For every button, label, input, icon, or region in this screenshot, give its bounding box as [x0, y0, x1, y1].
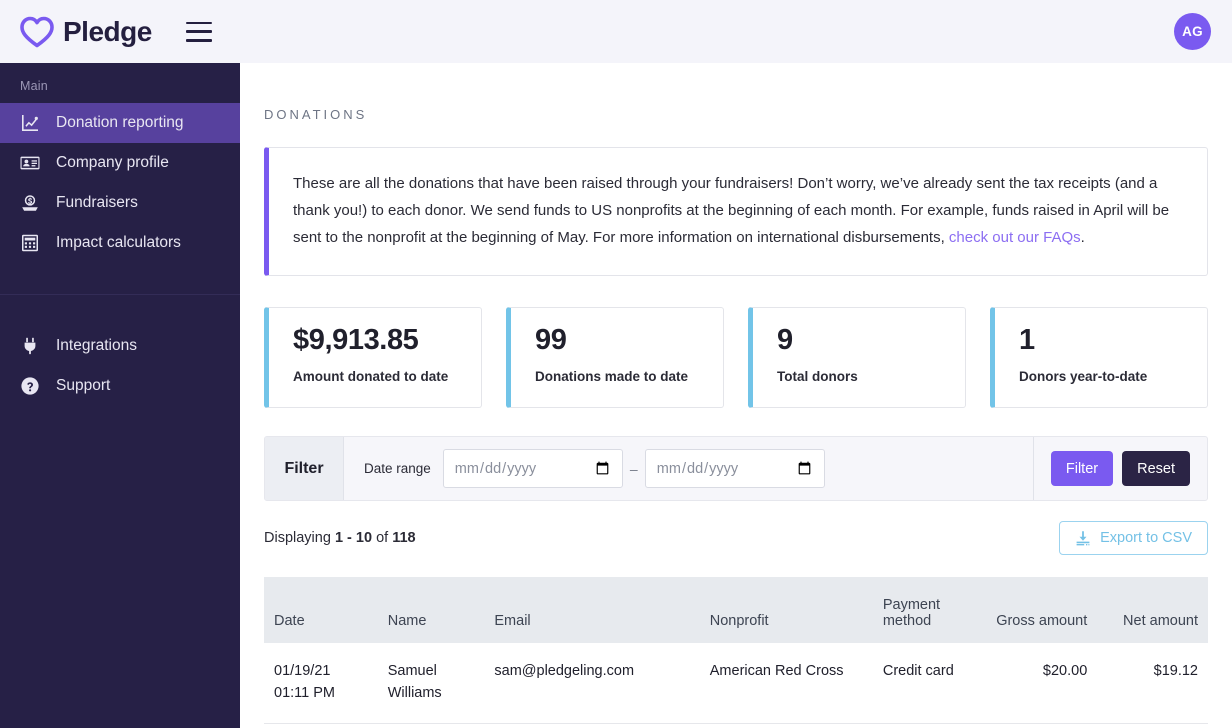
hamburger-bar: [185, 30, 212, 33]
donations-table: Date Name Email Nonprofit Payment method…: [264, 577, 1208, 724]
sidebar-item-donation-reporting[interactable]: Donation reporting: [0, 103, 240, 143]
table-body: 01/19/21 01:11 PM Samuel Williams sam@pl…: [264, 643, 1208, 724]
column-header-nonprofit[interactable]: Nonprofit: [699, 577, 873, 643]
plug-icon: [24, 337, 36, 355]
sidebar-item-support[interactable]: Support: [0, 366, 240, 406]
stat-card-donations-made: 99 Donations made to date: [506, 307, 724, 408]
date-range-start-input[interactable]: [442, 449, 623, 488]
filter-actions: Filter Reset: [1034, 437, 1207, 500]
cell-payment-method: Credit card: [872, 643, 984, 724]
avatar-initials: AG: [1182, 24, 1203, 39]
filter-fields: Date range –: [344, 437, 1034, 500]
column-header-date[interactable]: Date: [264, 577, 378, 643]
column-header-email[interactable]: Email: [484, 577, 700, 643]
sidebar-item-label: Company profile: [56, 154, 169, 171]
date-range-label: Date range: [364, 461, 431, 476]
export-csv-label: Export to CSV: [1100, 530, 1192, 546]
sidebar-item-label: Donation reporting: [56, 114, 184, 131]
info-banner-text: These are all the donations that have be…: [293, 170, 1181, 251]
cell-nonprofit: American Red Cross: [699, 643, 873, 724]
calculator-icon: [22, 234, 38, 252]
cell-last-name: Williams: [387, 685, 442, 701]
donation-coin-icon: [22, 195, 38, 211]
stat-value: 9: [777, 324, 793, 356]
brand-logo[interactable]: Pledge: [20, 16, 152, 48]
sidebar-item-label: Fundraisers: [56, 194, 138, 211]
apply-filter-button[interactable]: Filter: [1050, 451, 1114, 486]
info-banner-text-after: .: [1080, 229, 1085, 246]
stat-label: Donors year-to-date: [1019, 369, 1148, 385]
hamburger-menu-icon[interactable]: [185, 21, 212, 42]
export-csv-button[interactable]: Export to CSV: [1059, 521, 1208, 555]
stat-cards: $9,913.85 Amount donated to date 99 Dona…: [264, 307, 1208, 408]
column-header-gross-amount[interactable]: Gross amount: [983, 577, 1098, 643]
cell-date-day: 01/19/21: [274, 663, 331, 679]
id-card-icon: [20, 156, 40, 170]
stat-card-amount-donated: $9,913.85 Amount donated to date: [264, 307, 482, 408]
donations-table-element: Date Name Email Nonprofit Payment method…: [264, 577, 1208, 724]
chart-line-icon: [22, 115, 38, 131]
sidebar-item-label: Impact calculators: [56, 234, 181, 251]
results-summary-row: Displaying 1 - 10 of 118 Export to CSV: [264, 521, 1208, 555]
page-title: DONATIONS: [264, 107, 368, 122]
sidebar-item-impact-calculators[interactable]: Impact calculators: [0, 223, 240, 263]
sidebar-item-company-profile[interactable]: Company profile: [0, 143, 240, 183]
reset-filter-button[interactable]: Reset: [1122, 451, 1190, 486]
cell-email: sam@pledgeling.com: [484, 643, 700, 724]
results-total: 118: [392, 530, 416, 546]
date-range-end-input[interactable]: [644, 449, 825, 488]
faq-link[interactable]: check out our FAQs: [949, 229, 1081, 246]
avatar[interactable]: AG: [1174, 13, 1211, 50]
filter-legend: Filter: [265, 437, 344, 500]
brand-name: Pledge: [63, 15, 152, 47]
stat-value: $9,913.85: [293, 324, 419, 356]
cell-gross-amount: $20.00: [983, 643, 1098, 724]
sidebar-item-label: Integrations: [56, 337, 137, 354]
stat-value: 99: [535, 324, 567, 356]
results-count: Displaying 1 - 10 of 118: [264, 530, 416, 546]
results-middle: of: [376, 530, 389, 546]
download-icon: [1076, 531, 1090, 546]
results-range: 1 - 10: [334, 530, 373, 546]
heart-icon: [20, 16, 54, 47]
column-header-net-amount[interactable]: Net amount: [1097, 577, 1208, 643]
stat-card-total-donors: 9 Total donors: [748, 307, 966, 408]
column-header-payment-method[interactable]: Payment method: [872, 577, 984, 643]
stat-card-donors-ytd: 1 Donors year-to-date: [990, 307, 1208, 408]
cell-date-time: 01:11 PM: [274, 685, 335, 701]
sidebar-item-fundraisers[interactable]: Fundraisers: [0, 183, 240, 223]
stat-label: Total donors: [777, 369, 858, 385]
table-row[interactable]: 01/19/21 01:11 PM Samuel Williams sam@pl…: [264, 643, 1208, 724]
info-banner: These are all the donations that have be…: [264, 147, 1208, 276]
hamburger-bar: [185, 21, 212, 24]
column-header-name[interactable]: Name: [377, 577, 485, 643]
sidebar-item-label: Support: [56, 377, 111, 394]
hamburger-bar: [185, 39, 212, 42]
cell-date: 01/19/21 01:11 PM: [264, 643, 378, 724]
results-prefix: Displaying: [264, 530, 331, 546]
main-content: DONATIONS These are all the donations th…: [240, 63, 1232, 728]
sidebar-section-label: Main: [20, 79, 48, 93]
stat-value: 1: [1019, 324, 1035, 356]
date-range-separator: –: [629, 460, 638, 477]
cell-first-name: Samuel: [387, 663, 437, 679]
question-circle-icon: [21, 377, 39, 395]
sidebar-item-integrations[interactable]: Integrations: [0, 326, 240, 366]
stat-label: Donations made to date: [535, 369, 689, 385]
cell-net-amount: $19.12: [1097, 643, 1208, 724]
sidebar: Main Donation reporting Company profile …: [0, 63, 240, 728]
filter-bar: Filter Date range – Filter Reset: [264, 436, 1208, 501]
table-header-row: Date Name Email Nonprofit Payment method…: [264, 577, 1208, 643]
cell-name: Samuel Williams: [377, 643, 485, 724]
top-bar: Pledge AG: [0, 0, 1232, 63]
table-header: Date Name Email Nonprofit Payment method…: [264, 577, 1208, 643]
stat-label: Amount donated to date: [293, 369, 449, 385]
date-range-group: –: [442, 449, 825, 488]
